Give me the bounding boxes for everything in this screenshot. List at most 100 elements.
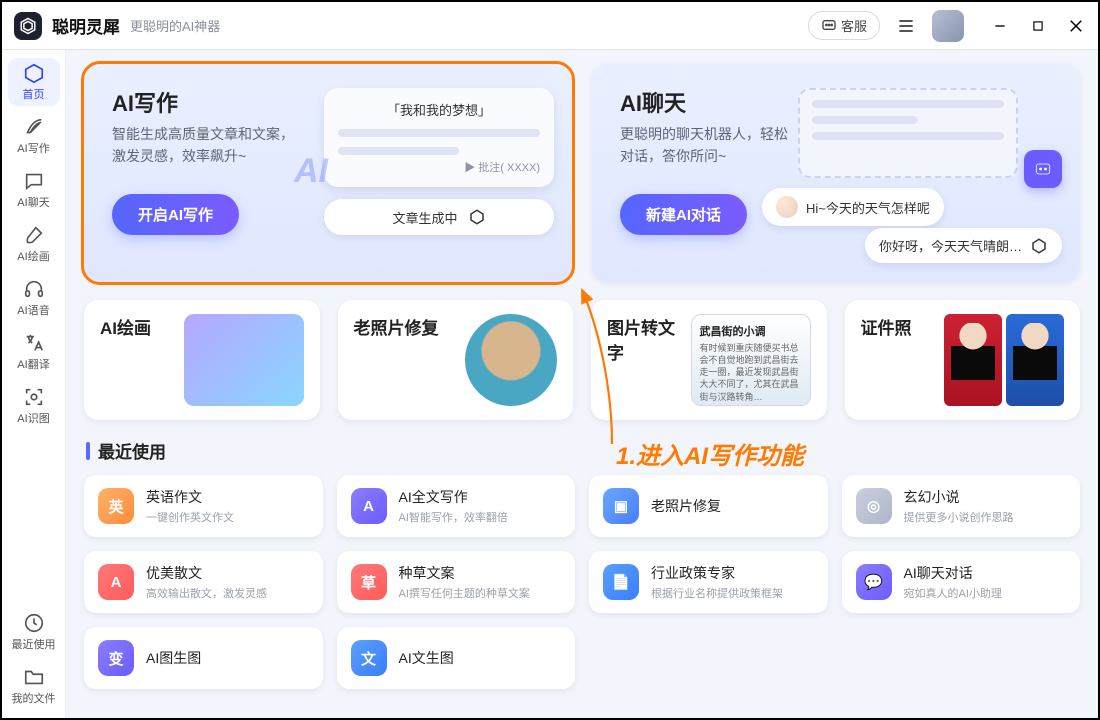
main-content: AI写作 智能生成高质量文章和文案， 激发灵感，效率飙升~ 开启AI写作 AI … xyxy=(66,50,1098,718)
hexagon-icon xyxy=(1030,237,1048,255)
feature-card-id-photo[interactable]: 证件照 xyxy=(845,300,1081,420)
sidebar-item-label: 首页 xyxy=(23,86,45,102)
folder-icon xyxy=(23,666,45,688)
feature-title: AI绘画 xyxy=(100,314,151,339)
recent-item-desc: 宛如真人的AI小助理 xyxy=(904,585,1002,601)
recent-item[interactable]: ▣老照片修复 xyxy=(589,475,828,537)
feature-card-photo-restore[interactable]: 老照片修复 xyxy=(338,300,574,420)
recent-item-icon: A xyxy=(98,564,134,600)
recent-item-desc: 根据行业名称提供政策框架 xyxy=(651,585,783,601)
mock-annotation: ▶ 批注( XXXX) xyxy=(338,159,540,175)
recent-item[interactable]: 英英语作文一键创作英文作文 xyxy=(84,475,323,537)
hexagon-icon xyxy=(468,208,486,226)
recent-item-title: 老照片修复 xyxy=(651,496,721,516)
sidebar-item-label: AI绘画 xyxy=(17,248,49,264)
translate-icon xyxy=(23,332,45,354)
recent-item[interactable]: ◎玄幻小说提供更多小说创作思路 xyxy=(842,475,1081,537)
chat-mock: Hi~今天的天气怎样呢 你好呀，今天天气晴朗… xyxy=(762,88,1062,258)
sidebar-item-label: 我的文件 xyxy=(12,690,56,706)
customer-service-button[interactable]: 客服 xyxy=(808,11,880,40)
recent-item-icon: 草 xyxy=(351,564,387,600)
recent-item[interactable]: 变 AI图生图 xyxy=(84,627,323,689)
sidebar-item-write[interactable]: AI写作 xyxy=(8,112,60,160)
feather-icon xyxy=(23,116,45,138)
app-logo-icon xyxy=(14,12,42,40)
feature-thumb xyxy=(944,314,1064,406)
sidebar-item-home[interactable]: 首页 xyxy=(8,58,60,106)
recent-item[interactable]: 草种草文案AI撰写任何主题的种草文案 xyxy=(337,551,576,613)
app-slogan: 更聪明的AI神器 xyxy=(130,16,220,35)
sidebar-item-voice[interactable]: AI语音 xyxy=(8,274,60,322)
maximize-button[interactable] xyxy=(1028,16,1048,36)
recent-item-title: 英语作文 xyxy=(146,487,234,507)
recent-item-title: AI全文写作 xyxy=(399,487,508,507)
recent-item-icon: 英 xyxy=(98,488,134,524)
recent-item-desc: 高效输出散文，激发灵感 xyxy=(146,585,267,601)
recent-item-desc: AI智能写作，效率翻倍 xyxy=(399,509,508,525)
headphone-icon xyxy=(23,278,45,300)
recent-item-title: 玄幻小说 xyxy=(904,487,1014,507)
recent-item-title: AI聊天对话 xyxy=(904,563,1002,583)
recent-item-title: AI文生图 xyxy=(399,648,454,668)
menu-button[interactable] xyxy=(896,16,916,36)
feature-row: AI绘画 老照片修复 图片转文字 武昌街的小调 有时候到重庆随便买书总会不自觉地… xyxy=(84,300,1080,420)
recent-item[interactable]: 📄 行业政策专家根据行业名称提供政策框架 xyxy=(589,551,828,613)
maximize-icon xyxy=(1031,19,1045,33)
sidebar-item-translate[interactable]: AI翻译 xyxy=(8,328,60,376)
recent-item[interactable]: 文 AI文生图 xyxy=(337,627,576,689)
recent-item-icon: A xyxy=(351,488,387,524)
ai-watermark: AI xyxy=(294,152,328,191)
recent-item-icon: 文 xyxy=(351,640,387,676)
sidebar-item-label: AI语音 xyxy=(17,302,49,318)
sidebar-item-recent[interactable]: 最近使用 xyxy=(8,608,60,656)
sidebar-item-label: 最近使用 xyxy=(12,636,56,652)
recent-item-icon: 📄 xyxy=(603,564,639,600)
minimize-button[interactable] xyxy=(990,16,1010,36)
feature-thumb: 武昌街的小调 有时候到重庆随便买书总会不自觉地跑到武昌街去走一圈，最近发现武昌街… xyxy=(691,314,811,406)
user-avatar[interactable] xyxy=(932,10,964,42)
chatbot-icon xyxy=(1024,150,1062,188)
sidebar-item-chat[interactable]: AI聊天 xyxy=(8,166,60,214)
recent-item-icon: ◎ xyxy=(856,488,892,524)
chat-bubble-icon xyxy=(821,18,837,34)
mock-doc-title: 「我和我的梦想」 xyxy=(338,100,540,119)
sidebar-item-paint[interactable]: AI绘画 xyxy=(8,220,60,268)
sidebar-item-label: AI聊天 xyxy=(17,194,49,210)
recent-item-title: 种草文案 xyxy=(399,563,530,583)
recent-item[interactable]: A AI全文写作 AI智能写作，效率翻倍 xyxy=(337,475,576,537)
feature-card-paint[interactable]: AI绘画 xyxy=(84,300,320,420)
recent-item[interactable]: A 优美散文高效输出散文，激发灵感 xyxy=(84,551,323,613)
recent-item-title: 优美散文 xyxy=(146,563,267,583)
hero-card-chat[interactable]: AI聊天 更聪明的聊天机器人，轻松 对话，答你所问~ 新建AI对话 Hi~今天的… xyxy=(592,64,1080,282)
start-ai-write-button[interactable]: 开启AI写作 xyxy=(112,194,239,235)
section-title-recent: 最近使用 xyxy=(86,438,1080,463)
chat-icon xyxy=(23,170,45,192)
recent-item-title: AI图生图 xyxy=(146,648,201,668)
brush-icon xyxy=(23,224,45,246)
chat-bubble-bot: 你好呀，今天天气晴朗… xyxy=(865,228,1062,263)
close-button[interactable] xyxy=(1066,16,1086,36)
new-chat-button[interactable]: 新建AI对话 xyxy=(620,194,747,235)
hero-card-write[interactable]: AI写作 智能生成高质量文章和文案， 激发灵感，效率飙升~ 开启AI写作 AI … xyxy=(84,64,572,282)
sidebar-item-label: AI翻译 xyxy=(17,356,49,372)
feature-thumb xyxy=(184,314,304,406)
feature-title: 证件照 xyxy=(861,314,912,339)
feature-card-ocr[interactable]: 图片转文字 武昌街的小调 有时候到重庆随便买书总会不自觉地跑到武昌街去走一圈，最… xyxy=(591,300,827,420)
chat-window-mock xyxy=(798,88,1018,178)
home-icon xyxy=(23,62,45,84)
clock-icon xyxy=(23,612,45,634)
sidebar-item-ocr[interactable]: AI识图 xyxy=(8,382,60,430)
customer-service-label: 客服 xyxy=(841,16,867,35)
sidebar: 首页 AI写作 AI聊天 AI绘画 AI语音 AI翻译 AI识图 最 xyxy=(2,50,66,718)
hamburger-icon xyxy=(896,16,916,36)
scan-icon xyxy=(23,386,45,408)
recent-item-desc: 一键创作英文作文 xyxy=(146,509,234,525)
sidebar-item-label: AI写作 xyxy=(17,140,49,156)
close-icon xyxy=(1067,17,1085,35)
recent-grid: 英英语作文一键创作英文作文 A AI全文写作 AI智能写作，效率翻倍 ▣老照片修复 ◎ 玄幻… xyxy=(84,475,1080,689)
recent-item-icon: 变 xyxy=(98,640,134,676)
sidebar-item-files[interactable]: 我的文件 xyxy=(8,662,60,710)
write-mock: AI 「我和我的梦想」 ▶ 批注( XXXX) 文章生成中 xyxy=(324,88,554,235)
recent-item[interactable]: 💬AI聊天对话宛如真人的AI小助理 xyxy=(842,551,1081,613)
recent-item-title: 行业政策专家 xyxy=(651,563,783,583)
